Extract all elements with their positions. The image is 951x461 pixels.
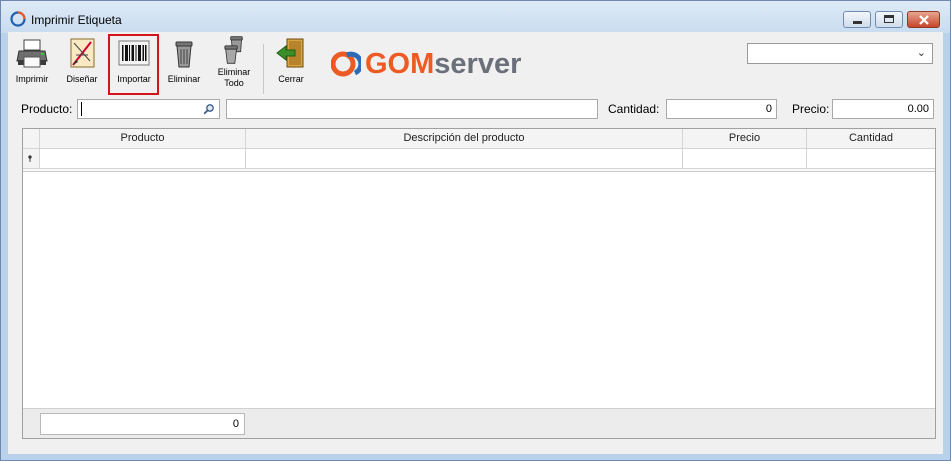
client-area: Imprimir Diseñar Importar Eliminar Elimi… [8, 32, 943, 454]
cantidad-label: Cantidad: [608, 102, 660, 116]
gomserver-logo-icon [331, 51, 361, 77]
filter-row-indicator [23, 149, 40, 169]
exit-door-icon [276, 38, 304, 68]
logo-gom: GOM [365, 48, 435, 80]
close-button[interactable] [907, 11, 940, 28]
minimize-icon [853, 21, 862, 24]
footer-total: 0 [40, 413, 245, 435]
cerrar-button[interactable]: Cerrar [270, 35, 312, 85]
window-title: Imprimir Etiqueta [31, 13, 122, 27]
chevron-down-icon: ⌄ [916, 47, 926, 59]
imprimir-label: Imprimir [15, 74, 49, 84]
eliminar-label: Eliminar [167, 74, 201, 84]
filter-cell-producto[interactable] [40, 149, 246, 169]
producto-label: Producto: [21, 102, 73, 116]
app-logo-icon [10, 11, 26, 27]
column-header-precio[interactable]: Precio [683, 129, 807, 149]
importar-highlight [108, 34, 159, 95]
printer-select[interactable]: ⌄ [747, 43, 933, 64]
disenar-button[interactable]: Diseñar [60, 35, 104, 85]
cantidad-input[interactable]: 0 [666, 99, 777, 119]
column-header-producto[interactable]: Producto [40, 129, 246, 149]
precio-input[interactable]: 0.00 [832, 99, 934, 119]
grid-footer: 0 [23, 408, 935, 438]
minimize-button[interactable] [843, 11, 871, 28]
toolbar-separator [263, 44, 264, 94]
trash-all-icon [224, 36, 243, 64]
filter-cell-precio[interactable] [683, 149, 807, 169]
filter-separator [23, 169, 935, 172]
app-window: Imprimir Etiqueta Imprimir Diseñar Impor… [0, 0, 951, 461]
eliminar-todo-button[interactable]: Eliminar Todo [212, 35, 256, 89]
maximize-icon [884, 15, 894, 23]
design-icon [70, 38, 95, 68]
printer-icon [16, 39, 48, 68]
row-indicator-header [23, 129, 40, 149]
descripcion-input[interactable] [226, 99, 598, 119]
eliminar-todo-label: Eliminar Todo [217, 67, 251, 88]
filter-cell-descripcion[interactable] [246, 149, 683, 169]
disenar-label: Diseñar [66, 74, 98, 84]
product-grid[interactable]: Producto Descripción del producto Precio… [22, 128, 936, 439]
maximize-button[interactable] [875, 11, 903, 28]
precio-label: Precio: [792, 102, 830, 116]
eliminar-button[interactable]: Eliminar [164, 35, 204, 85]
title-bar[interactable]: Imprimir Etiqueta [1, 1, 950, 33]
logo-server: server [434, 48, 522, 80]
text-cursor [81, 102, 82, 116]
imprimir-button[interactable]: Imprimir [10, 35, 54, 85]
close-icon [919, 15, 929, 25]
search-icon[interactable] [203, 103, 215, 115]
filter-pin-icon [28, 155, 32, 162]
producto-input[interactable] [77, 99, 220, 119]
column-header-cantidad[interactable]: Cantidad [807, 129, 935, 149]
logo-wordmark: GOMserver [365, 48, 521, 81]
trash-icon [175, 41, 193, 68]
column-header-descripcion[interactable]: Descripción del producto [246, 129, 683, 149]
filter-cell-cantidad[interactable] [807, 149, 935, 169]
cerrar-label: Cerrar [278, 74, 304, 84]
